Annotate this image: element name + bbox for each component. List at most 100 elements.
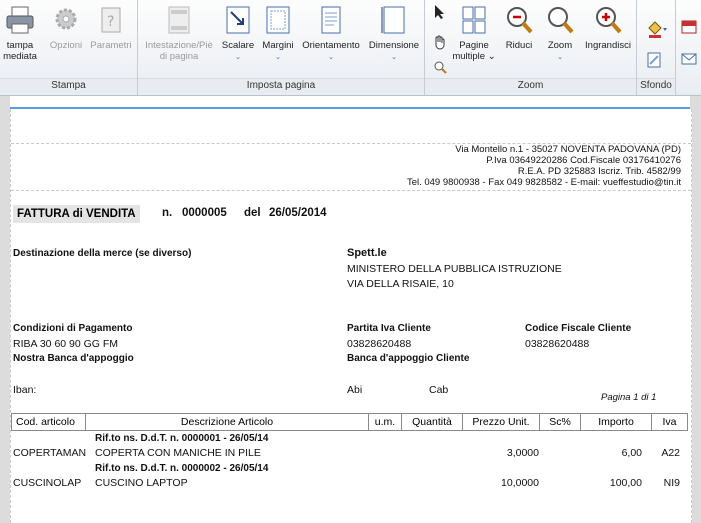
invoice-date-label: del [244, 207, 261, 219]
help-clipboard-icon: ? [101, 7, 121, 33]
invoice-title: FATTURA di VENDITA [13, 205, 140, 223]
group-label-stampa: Stampa [0, 78, 137, 93]
row2-amount: 100,00 [609, 477, 642, 489]
iban-label: Iban: [13, 384, 37, 396]
col-header-code: Cod. articolo [11, 413, 86, 431]
watermark-button[interactable] [643, 52, 665, 71]
print-immediate-label: tampa [6, 40, 34, 51]
pointer-tool-button[interactable] [429, 4, 451, 23]
row1-amount: 6,00 [621, 447, 642, 459]
col-header-vat: Iva [651, 413, 688, 431]
row1-unit-price: 3,0000 [506, 447, 539, 459]
options-button[interactable]: Opzioni [46, 4, 86, 51]
margins-icon [266, 6, 290, 34]
group-export [676, 0, 701, 95]
orientation-label: Orientamento [302, 40, 360, 51]
print-immediate-label-2: mediata [3, 51, 37, 62]
group-imposta-pagina: Intestazione/Piè di pagina Scalare ⌄ Mar… [138, 0, 425, 95]
group-sfondo: Sfondo [637, 0, 676, 95]
email-icon [681, 53, 697, 65]
watermark-icon [647, 52, 661, 68]
client-fiscal-code-label: Codice Fiscale Cliente [525, 323, 632, 334]
scale-dropdown-caret[interactable]: ⌄ [235, 54, 241, 61]
zoom-label: Zoom [547, 40, 573, 51]
recipient-label: Spett.le [347, 247, 387, 259]
svg-text:?: ? [107, 14, 114, 30]
bank-label: Nostra Banca d'appoggio [13, 353, 134, 364]
scale-label: Scalare [221, 40, 255, 51]
zoom-out-button[interactable]: Riduci [499, 4, 539, 51]
header-footer-button[interactable]: Intestazione/Piè di pagina [140, 4, 218, 62]
multiple-pages-icon [462, 6, 486, 34]
col-header-quantity: Quantità [401, 413, 463, 431]
invoice-date: 26/05/2014 [269, 207, 327, 219]
col-header-description: Descrizione Articolo [85, 413, 369, 431]
col-header-um: u.m. [368, 413, 402, 431]
zoom-button[interactable]: Zoom ⌄ [539, 4, 581, 63]
row2-vat: NI9 [663, 477, 680, 489]
payment-label: Condizioni di Pagamento [13, 323, 133, 334]
zoom-out-label: Riduci [505, 40, 533, 51]
company-contacts: Tel. 049 9800938 - Fax 049 9828582 - E-m… [406, 177, 681, 188]
header-margin-line [11, 190, 691, 191]
header-footer-icon [168, 6, 190, 34]
page-indicator: Pagina 1 di 1 [601, 392, 657, 403]
row2-unit-price: 10,0000 [501, 477, 539, 489]
company-rea: R.E.A. PD 325883 Iscriz. Trib. 4582/99 [517, 166, 681, 177]
pan-tool-button[interactable] [429, 34, 451, 53]
options-label: Opzioni [49, 40, 83, 51]
zoom-in-label: Ingrandisci [585, 40, 631, 51]
orientation-dropdown-caret[interactable]: ⌄ [328, 54, 334, 61]
col-header-discount: Sc% [539, 413, 581, 431]
client-vat-value: 03828620488 [347, 338, 412, 350]
page-size-button[interactable]: Dimensione ⌄ [366, 4, 422, 63]
row1-vat: A22 [661, 447, 680, 459]
margins-dropdown-caret[interactable]: ⌄ [275, 54, 281, 61]
zoom-out-icon [507, 7, 533, 34]
col-header-unit-price: Prezzo Unit. [462, 413, 540, 431]
gear-icon [55, 8, 77, 30]
zoom-in-button[interactable]: Ingrandisci [581, 4, 635, 51]
group-label-sfondo: Sfondo [637, 78, 675, 93]
group-label-imposta-pagina: Imposta pagina [138, 78, 424, 93]
multiple-pages-label: Pagine [459, 40, 489, 51]
client-vat-label: Partita Iva Cliente [347, 323, 431, 334]
multiple-pages-label-2: multiple ⌄ [452, 51, 496, 62]
header-footer-label-2: di pagina [159, 51, 199, 62]
row2-description: CUSCINO LAPTOP [95, 477, 188, 489]
printer-icon [6, 6, 34, 34]
page-size-dropdown-caret[interactable]: ⌄ [391, 54, 397, 61]
client-bank-label: Banca d'appoggio Cliente [347, 353, 470, 364]
row2-ddt-reference: Rif.to ns. D.d.T. n. 0000002 - 26/05/14 [95, 463, 269, 474]
header-footer-label: Intestazione/Piè [145, 40, 213, 51]
col-header-amount: Importo [580, 413, 652, 431]
invoice-number: 0000005 [182, 207, 227, 219]
row2-code: CUSCINOLAP [13, 477, 82, 489]
zoom-dropdown-caret[interactable]: ⌄ [557, 54, 563, 61]
preview-page[interactable]: Via Montello n.1 - 35027 NOVENTA PADOVAN… [10, 109, 692, 523]
background-color-button[interactable] [643, 20, 671, 41]
print-immediate-button[interactable]: tampa mediata [0, 4, 44, 62]
group-stampa: tampa mediata Opzioni ? Parametri Stampa [0, 0, 138, 95]
hand-icon [435, 35, 445, 50]
recipient-address: VIA DELLA RISAIE, 10 [347, 278, 454, 290]
send-email-button[interactable] [680, 52, 698, 69]
orientation-button[interactable]: Orientamento ⌄ [298, 4, 364, 63]
pdf-icon [681, 20, 697, 34]
scale-button[interactable]: Scalare ⌄ [218, 4, 258, 63]
multiple-pages-button[interactable]: Pagine multiple ⌄ [449, 4, 499, 62]
small-zoom-button[interactable] [429, 60, 451, 77]
row1-code: COPERTAMAN [13, 447, 87, 459]
export-pdf-button[interactable] [680, 20, 698, 37]
magnifier-icon [434, 61, 447, 74]
invoice-number-label: n. [162, 207, 173, 219]
company-address: Via Montello n.1 - 35027 NOVENTA PADOVAN… [455, 144, 681, 155]
parameters-button[interactable]: ? Parametri [88, 4, 134, 51]
cursor-arrow-icon [435, 5, 444, 19]
zoom-icon [548, 7, 574, 34]
recipient-name: MINISTERO DELLA PUBBLICA ISTRUZIONE [347, 263, 562, 275]
row1-ddt-reference: Rif.to ns. D.d.T. n. 0000001 - 26/05/14 [95, 433, 269, 444]
margins-button[interactable]: Margini ⌄ [258, 4, 298, 63]
row1-description: COPERTA CON MANICHE IN PILE [95, 447, 261, 459]
parameters-label: Parametri [90, 40, 132, 51]
